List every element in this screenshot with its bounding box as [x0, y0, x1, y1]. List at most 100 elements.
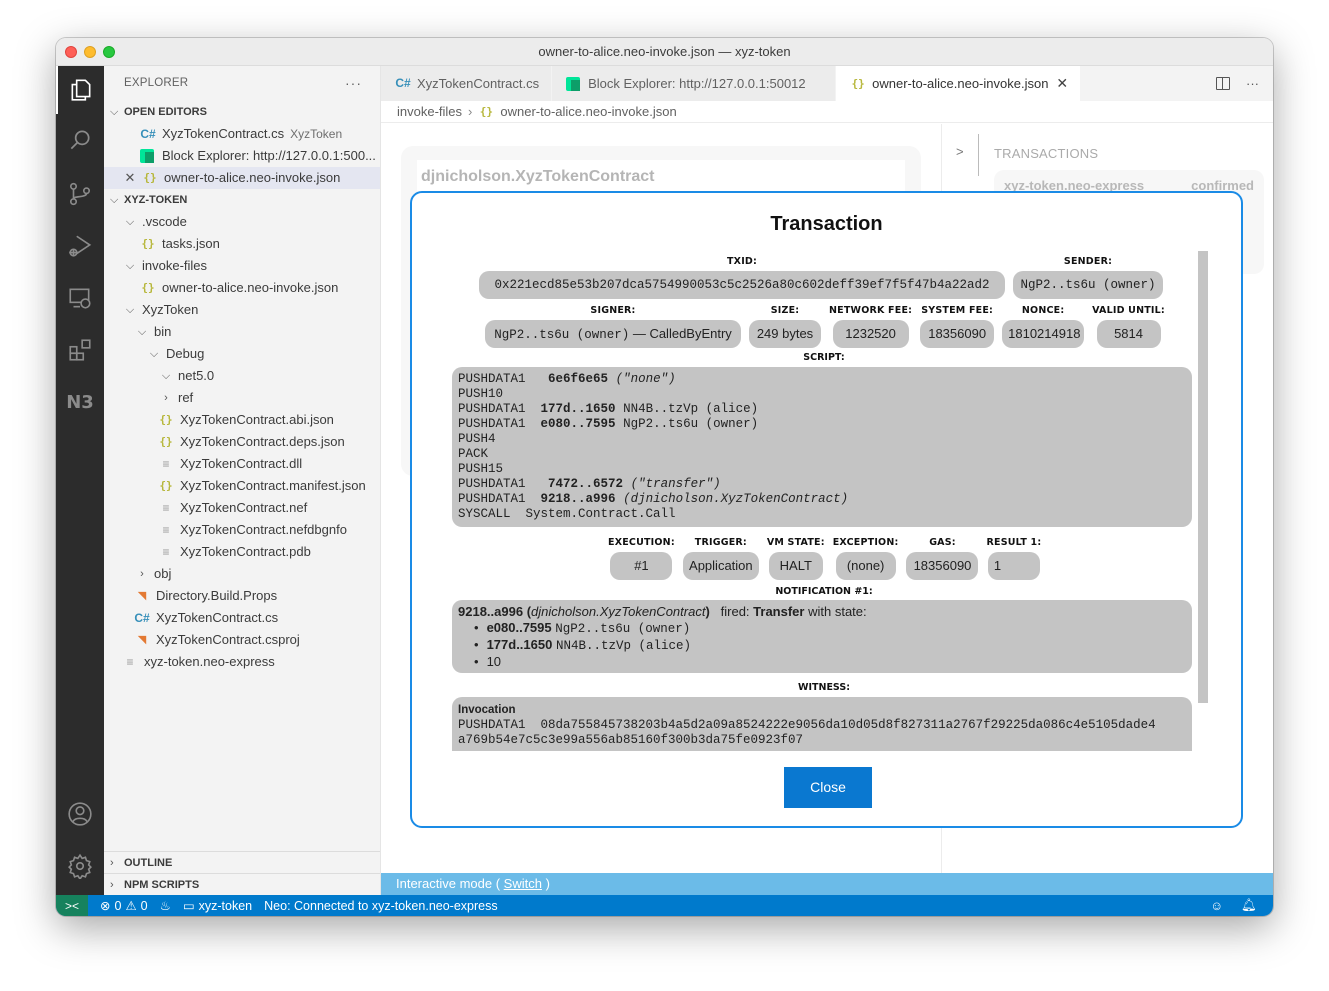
- tree-item[interactable]: › ref: [104, 387, 380, 409]
- tree-item-label: XyzTokenContract.deps.json: [180, 434, 345, 449]
- tree-item[interactable]: ⌵ Debug: [104, 343, 380, 365]
- tree-item[interactable]: ⌵ invoke-files: [104, 255, 380, 277]
- notification-label: NOTIFICATION #1:: [775, 586, 873, 597]
- tree-item[interactable]: ≡ xyz-token.neo-express: [104, 651, 380, 673]
- tree-item[interactable]: ⌵ .vscode: [104, 211, 380, 233]
- workspace-section[interactable]: ⌵ XYZ-TOKEN: [104, 189, 380, 211]
- chevron-right-icon: ›: [140, 568, 144, 580]
- folder-indicator[interactable]: ▭ xyz-token: [183, 898, 252, 914]
- close-window-button[interactable]: [65, 46, 77, 58]
- breadcrumb-file[interactable]: owner-to-alice.neo-invoke.json: [500, 101, 676, 123]
- tree-item[interactable]: ≡ XyzTokenContract.pdb: [104, 541, 380, 563]
- outline-section[interactable]: › OUTLINE: [104, 851, 380, 873]
- tree-item-label: XyzTokenContract.pdb: [180, 544, 311, 559]
- tree-item-label: XyzTokenContract.dll: [180, 456, 303, 471]
- script-line: PUSHDATA1 6e6f6e65 ("none"): [458, 372, 676, 386]
- breadcrumb: invoke-files › {} owner-to-alice.neo-inv…: [381, 101, 1273, 123]
- notifications-bell-icon[interactable]: 🔔︎: [1241, 898, 1257, 913]
- result-value: 1: [987, 552, 1040, 580]
- state-item: 10: [474, 654, 1186, 670]
- exception-value: (none): [835, 552, 896, 580]
- tree-item-label: tasks.json: [162, 236, 220, 251]
- file-tree: ⌵ .vscode {} tasks.json ⌵ invoke-files {} owner…: [104, 211, 380, 673]
- explorer-icon[interactable]: [56, 66, 104, 114]
- valid-until-value: 5814: [1096, 320, 1161, 348]
- json-icon: {}: [159, 435, 173, 448]
- zoom-window-button[interactable]: [103, 46, 115, 58]
- tree-item[interactable]: {} tasks.json: [104, 233, 380, 255]
- npm-scripts-section[interactable]: › NPM SCRIPTS: [104, 873, 380, 895]
- tree-item-label: Directory.Build.Props: [156, 588, 278, 603]
- account-icon[interactable]: [56, 790, 104, 838]
- csharp-icon: C#: [395, 76, 411, 90]
- chevron-down-icon: ⌵: [125, 216, 135, 228]
- tree-item-label: owner-to-alice.neo-invoke.json: [162, 280, 339, 295]
- tab-owner-to-alice[interactable]: {} owner-to-alice.neo-invoke.json ✕: [836, 66, 1082, 101]
- search-icon[interactable]: [56, 116, 104, 164]
- remote-indicator-icon[interactable]: ><: [56, 895, 88, 916]
- source-control-icon[interactable]: [56, 170, 104, 218]
- chevron-down-icon: ⌵: [137, 326, 147, 338]
- more-actions-icon[interactable]: ···: [1246, 76, 1259, 91]
- script-line: PUSH4: [458, 432, 496, 446]
- transactions-title: TRANSACTIONS: [994, 146, 1099, 161]
- neo-icon: [140, 149, 154, 163]
- witness-box: Invocation PUSHDATA1 08da755845738203b4a…: [452, 697, 1192, 751]
- network-fee-value: 1232520: [832, 320, 909, 348]
- feedback-icon[interactable]: ☺: [1210, 899, 1223, 913]
- tree-item[interactable]: {} owner-to-alice.neo-invoke.json: [104, 277, 380, 299]
- tree-item[interactable]: ⌵ bin: [104, 321, 380, 343]
- tree-item[interactable]: {} XyzTokenContract.abi.json: [104, 409, 380, 431]
- tab-block-explorer[interactable]: Block Explorer: http://127.0.0.1:50012: [552, 66, 837, 101]
- execution-value: #1: [610, 552, 673, 580]
- neo-n3-icon[interactable]: N3: [56, 378, 104, 426]
- chevron-right-icon: ›: [164, 392, 168, 404]
- tree-item[interactable]: C# XyzTokenContract.cs: [104, 607, 380, 629]
- msbuild-icon: ◥: [137, 590, 147, 602]
- txid-value: 0x221ecd85e53b207dca5754990053c5c2526a80…: [479, 271, 1005, 299]
- tree-item[interactable]: ≡ XyzTokenContract.nefdbgnfo: [104, 519, 380, 541]
- breadcrumb-folder[interactable]: invoke-files: [397, 101, 462, 123]
- window-title: owner-to-alice.neo-invoke.json — xyz-tok…: [538, 44, 791, 59]
- tree-item[interactable]: ≡ XyzTokenContract.dll: [104, 453, 380, 475]
- dialog-scrollbar[interactable]: [1198, 251, 1208, 703]
- tab-xyztokencontract-cs[interactable]: C# XyzTokenContract.cs: [381, 66, 553, 101]
- extensions-icon[interactable]: [56, 326, 104, 374]
- neo-status[interactable]: Neo: Connected to xyz-token.neo-express: [264, 899, 497, 913]
- open-editor-item[interactable]: ✕ {} owner-to-alice.neo-invoke.json: [104, 167, 380, 189]
- tree-item[interactable]: ◥ XyzTokenContract.csproj: [104, 629, 380, 651]
- execution-row: EXECUTION: #1 TRIGGER: Application VM ST…: [608, 536, 1041, 580]
- chevron-right-icon[interactable]: >: [956, 144, 964, 159]
- switch-mode-link[interactable]: Switch: [504, 876, 542, 891]
- minimize-window-button[interactable]: [84, 46, 96, 58]
- size-value: 249 bytes: [749, 320, 821, 348]
- system-fee-value: 18356090: [920, 320, 995, 348]
- tree-item[interactable]: › obj: [104, 563, 380, 585]
- split-editor-icon[interactable]: [1216, 77, 1230, 90]
- tree-item-label: net5.0: [178, 368, 215, 383]
- tree-item[interactable]: ⌵ XyzToken: [104, 299, 380, 321]
- open-editors-section[interactable]: ⌵ OPEN EDITORS: [104, 101, 380, 123]
- tree-item[interactable]: {} XyzTokenContract.deps.json: [104, 431, 380, 453]
- remote-explorer-icon[interactable]: [56, 274, 104, 322]
- settings-gear-icon[interactable]: [56, 842, 104, 890]
- tree-item[interactable]: ⌵ net5.0: [104, 365, 380, 387]
- open-editor-item[interactable]: Block Explorer: http://127.0.0.1:500...: [104, 145, 380, 167]
- close-icon[interactable]: ✕: [122, 167, 138, 189]
- witness-label: WITNESS:: [798, 682, 850, 693]
- chevron-down-icon: ⌵: [110, 194, 119, 206]
- tree-item[interactable]: ≡ XyzTokenContract.nef: [104, 497, 380, 519]
- flame-icon[interactable]: ♨: [160, 898, 171, 913]
- file-icon: ≡: [162, 501, 170, 515]
- explorer-title: EXPLORER: [124, 77, 189, 89]
- close-button[interactable]: Close: [784, 767, 872, 808]
- run-debug-icon[interactable]: [56, 222, 104, 270]
- size-field: SIZE: 249 bytes: [749, 304, 821, 348]
- close-icon[interactable]: ✕: [1056, 66, 1068, 101]
- json-icon: {}: [851, 77, 865, 90]
- more-actions-icon[interactable]: ···: [345, 66, 362, 101]
- open-editor-item[interactable]: C# XyzTokenContract.cs XyzToken: [104, 123, 380, 145]
- problems-indicator[interactable]: ⊗ 0 ⚠ 0: [100, 898, 148, 914]
- tree-item[interactable]: ◥ Directory.Build.Props: [104, 585, 380, 607]
- tree-item[interactable]: {} XyzTokenContract.manifest.json: [104, 475, 380, 497]
